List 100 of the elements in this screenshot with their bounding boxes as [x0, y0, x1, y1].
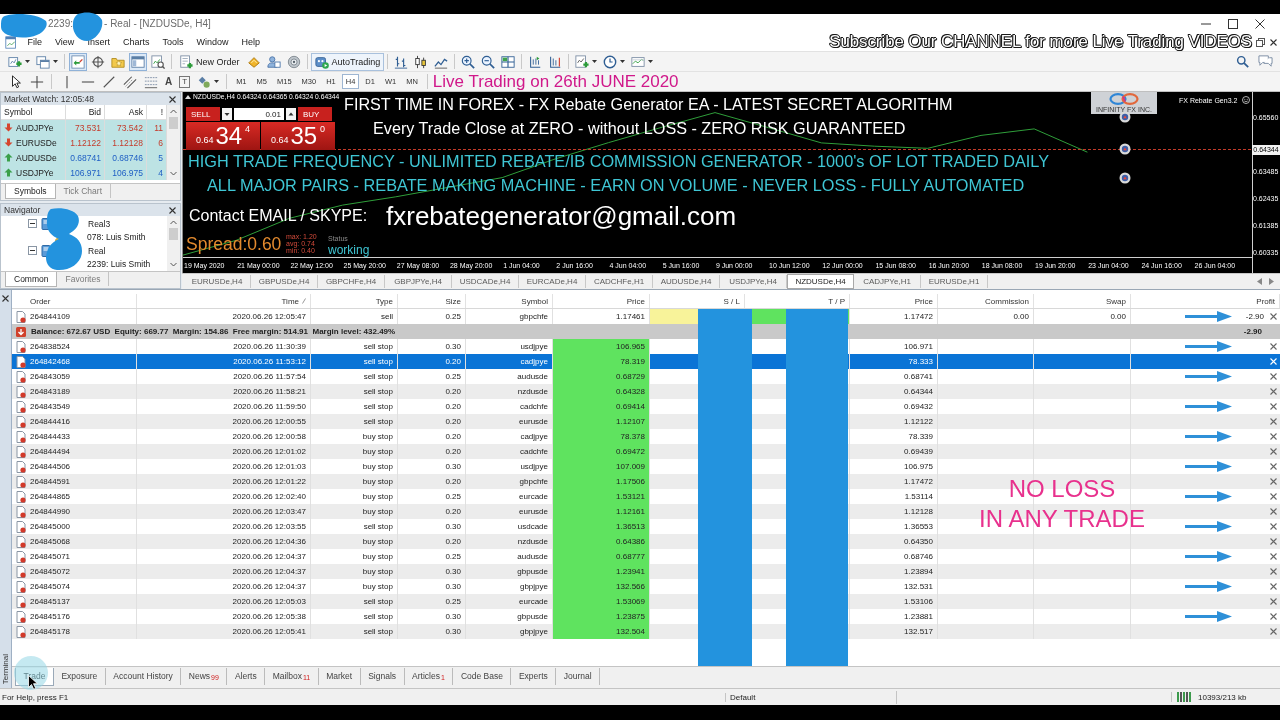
column-header[interactable]: S / L — [650, 294, 745, 308]
close-icon[interactable] — [1270, 38, 1277, 46]
chart-tab[interactable]: GBPUSDe,H4 — [251, 275, 318, 288]
chart-tab[interactable]: CADCHFe,H1 — [586, 275, 653, 288]
symbol-row[interactable]: EURUSDe 1.12122 1.12128 6 — [1, 135, 167, 150]
circle-icon[interactable] — [1119, 111, 1131, 123]
order-row[interactable]: 264844494 2020.06.26 12:01:02 buy stop 0.20 cadchfe 0.69472 0.69439 — [12, 444, 1280, 459]
scrollbar[interactable] — [167, 216, 180, 271]
collapse-icon[interactable] — [28, 219, 37, 229]
order-row[interactable]: Balance: 672.67 USD Equity: 669.77 Margin: 154.86 Free margin: 514.91 Margin level: 432.49% -2.90 — [12, 324, 1280, 339]
menu-item[interactable]: Charts — [116, 37, 156, 47]
close-icon[interactable] — [1255, 18, 1265, 29]
column-header[interactable]: T / P — [745, 294, 850, 308]
column-header[interactable]: Size — [398, 294, 466, 308]
auto-trading-button[interactable]: AutoTrading — [310, 52, 385, 71]
close-icon[interactable] — [1270, 433, 1277, 440]
order-row[interactable]: 264844416 2020.06.26 12:00:55 sell stop 0.20 eurusde 1.12107 1.12122 — [12, 414, 1280, 429]
column-header[interactable]: Time — [137, 294, 311, 308]
text-label-tool[interactable]: T — [179, 75, 191, 88]
order-row[interactable]: 264845137 2020.06.26 12:05:03 sell stop 0.25 eurcade 1.53069 1.53106 — [12, 594, 1280, 609]
scroll-left-icon[interactable] — [1257, 278, 1262, 285]
lot-field[interactable]: 0.01 — [234, 108, 284, 120]
symbol-row[interactable]: AUDUSDe 0.68741 0.68746 5 — [1, 150, 167, 165]
triangle-icon[interactable] — [185, 95, 191, 100]
panel-tab[interactable]: Common — [5, 272, 58, 287]
minimize-icon[interactable] — [1201, 22, 1211, 25]
column-header[interactable]: Symbol — [466, 294, 553, 308]
terminal-tab[interactable]: Code Base — [453, 668, 512, 685]
column-header[interactable]: Type — [311, 294, 398, 308]
maximize-icon[interactable] — [1228, 18, 1238, 29]
app-icon[interactable] — [5, 35, 18, 49]
text-tool[interactable]: A — [161, 76, 177, 87]
menu-item[interactable]: Tools — [155, 37, 190, 47]
circle-icon[interactable] — [1119, 172, 1131, 184]
column-header[interactable]: Bid — [66, 105, 105, 119]
buy-button[interactable]: BUY — [298, 107, 332, 121]
sell-button[interactable]: SELL — [186, 107, 220, 121]
restore-icon[interactable] — [1256, 37, 1265, 47]
close-icon[interactable] — [1270, 553, 1277, 560]
collapse-icon[interactable] — [28, 246, 37, 256]
circle-icon[interactable] — [1119, 143, 1131, 155]
order-row[interactable]: 264845178 2020.06.26 12:05:41 sell stop 0.30 gbpjpye 132.504 132.517 — [12, 624, 1280, 639]
caret-icon[interactable] — [648, 60, 654, 63]
terminal-tab[interactable]: Experts — [511, 668, 557, 685]
tree-item[interactable]: 078: Luis Smith — [87, 232, 146, 243]
caret-icon[interactable] — [620, 60, 626, 63]
close-icon[interactable] — [1270, 523, 1277, 530]
terminal-tab[interactable]: Journal — [556, 668, 601, 685]
order-row[interactable]: 264845068 2020.06.26 12:04:36 buy stop 0.20 nzdusde 0.64386 0.64350 — [12, 534, 1280, 549]
menu-item[interactable]: Help — [234, 37, 267, 47]
close-icon[interactable] — [2, 295, 9, 302]
chart-tab[interactable]: USDCADe,H4 — [452, 275, 519, 288]
terminal-tab[interactable]: Alerts — [227, 668, 266, 685]
chart-tab[interactable]: EURUSDe,H1 — [921, 275, 988, 288]
menu-item[interactable]: File — [21, 37, 49, 47]
panel-icon[interactable] — [129, 52, 147, 71]
chart-tab[interactable]: EURCADe,H4 — [519, 275, 586, 288]
close-icon[interactable] — [1270, 493, 1277, 500]
chat-icon[interactable] — [1258, 54, 1273, 69]
symbol-row[interactable]: USDJPYe 106.971 106.975 4 — [1, 165, 167, 180]
column-header[interactable]: Commission — [938, 294, 1034, 308]
close-icon[interactable] — [1270, 613, 1277, 620]
magnifier-chart-icon[interactable] — [149, 52, 167, 71]
terminal-tab[interactable]: Signals — [360, 668, 405, 685]
new-order-button[interactable]: New Order — [175, 52, 244, 71]
caret-icon[interactable] — [592, 60, 598, 63]
scroll-right-icon[interactable] — [1269, 278, 1274, 285]
column-header[interactable]: Order — [12, 294, 137, 308]
close-icon[interactable] — [169, 206, 176, 214]
close-icon[interactable] — [1270, 313, 1277, 320]
close-icon[interactable] — [1270, 583, 1277, 590]
chart-tab[interactable]: EURUSDe,H4 — [184, 275, 251, 288]
menu-item[interactable]: Window — [189, 37, 235, 47]
tree-item[interactable]: Real3 — [88, 218, 111, 229]
caret-icon[interactable] — [53, 60, 58, 63]
symbol-row[interactable]: AUDJPYe 73.531 73.542 11 — [1, 120, 167, 135]
chart-tab[interactable]: GBPCHFe,H4 — [318, 275, 385, 288]
menu-item[interactable]: Insert — [80, 37, 117, 47]
order-row[interactable]: 264842468 2020.06.26 11:53:12 sell stop 0.20 cadjpye 78.319 78.333 — [12, 354, 1280, 369]
search-icon[interactable] — [1236, 55, 1249, 68]
column-header[interactable]: Swap — [1034, 294, 1131, 308]
column-header[interactable]: Ask — [105, 105, 147, 119]
order-row[interactable]: 264845072 2020.06.26 12:04:37 buy stop 0.30 gbpusde 1.23941 1.23894 — [12, 564, 1280, 579]
chart-tab[interactable]: AUDUSDe,H4 — [653, 275, 720, 288]
menu-item[interactable]: View — [48, 37, 81, 47]
column-header[interactable]: Price — [850, 294, 938, 308]
terminal-tab[interactable]: Exposure — [53, 668, 106, 685]
chart-tab[interactable]: NZDUSDe,H4 — [787, 274, 854, 289]
panel-tab[interactable]: Favorites — [57, 272, 110, 286]
scrollbar[interactable] — [167, 105, 180, 180]
panel-tab[interactable]: Symbols — [5, 184, 56, 199]
market-watch-icon[interactable] — [69, 52, 87, 71]
caret-up-icon[interactable] — [286, 108, 296, 120]
close-icon[interactable] — [169, 95, 176, 103]
tree-item[interactable]: Real — [88, 245, 106, 256]
close-icon[interactable] — [1270, 343, 1277, 350]
panel-tab[interactable]: Tick Chart — [55, 184, 111, 198]
indicator-plus-icon[interactable] — [573, 52, 592, 71]
caret-down-icon[interactable] — [222, 108, 232, 120]
smiley-icon[interactable] — [1242, 96, 1251, 104]
